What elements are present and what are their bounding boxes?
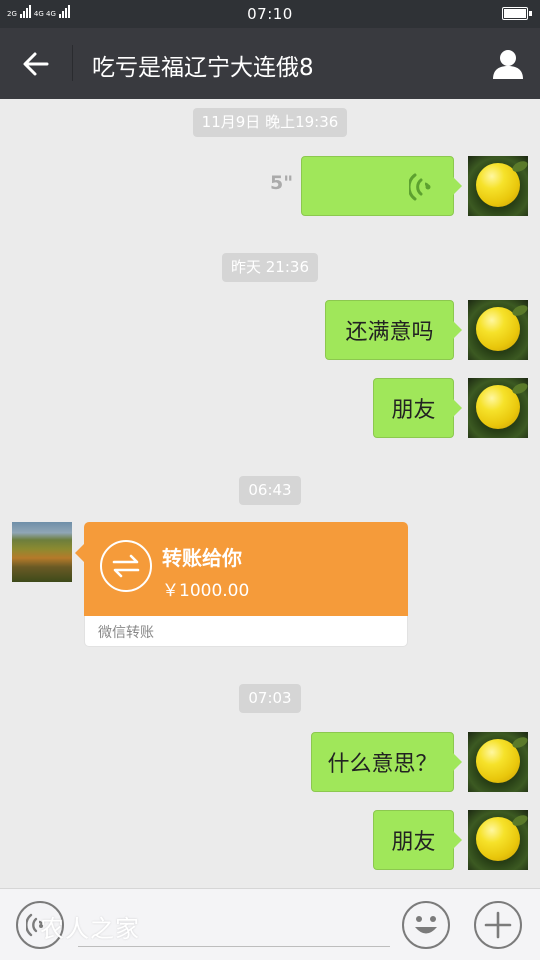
text-message-bubble[interactable]: 什么意思？ [311, 732, 462, 792]
chat-title: 吃亏是福辽宁大连俄8 [92, 55, 314, 81]
status-bar: 2G 4G 4G 07:10 [0, 0, 540, 28]
message-text: 朋友 [391, 398, 436, 423]
my-avatar[interactable] [468, 810, 528, 870]
message-input[interactable] [78, 903, 390, 947]
text-message-bubble[interactable]: 朋友 [373, 810, 462, 870]
timestamp: 11月9日 晚上19:36 [0, 108, 540, 137]
back-button[interactable] [14, 44, 58, 84]
emoji-button[interactable] [402, 901, 450, 949]
voice-input-icon [26, 913, 44, 937]
my-avatar[interactable] [468, 156, 528, 216]
emoji-icon [415, 916, 437, 934]
transfer-card[interactable]: 转账给你 ￥1000.00 微信转账 [75, 522, 408, 647]
text-message-bubble[interactable]: 还满意吗 [325, 300, 462, 360]
chat-header: 吃亏是福辽宁大连俄8 [0, 28, 540, 99]
voice-duration: 5" [270, 172, 294, 194]
transfer-amount: ￥1000.00 [162, 581, 250, 601]
transfer-title: 转账给你 [162, 546, 242, 570]
my-avatar[interactable] [468, 732, 528, 792]
input-bar: 农人之家 [0, 888, 540, 960]
voice-input-button[interactable] [16, 901, 64, 949]
my-avatar[interactable] [468, 300, 528, 360]
voice-wave-icon [409, 173, 431, 201]
timestamp: 07:03 [0, 684, 540, 713]
message-list[interactable]: 11月9日 晚上19:36 5" 昨天 21:36 还满意吗 朋友 06:43 … [0, 99, 540, 888]
timestamp: 06:43 [0, 476, 540, 505]
chat-info-button[interactable] [486, 42, 530, 86]
user-profile-icon [493, 50, 523, 79]
transfer-card-body: 转账给你 ￥1000.00 [75, 522, 408, 616]
header-divider [72, 45, 73, 81]
battery-icon [502, 7, 532, 20]
message-text: 朋友 [391, 830, 436, 855]
voice-message-bubble[interactable] [301, 156, 462, 216]
more-button[interactable] [474, 901, 522, 949]
my-avatar[interactable] [468, 378, 528, 438]
timestamp: 昨天 21:36 [0, 253, 540, 282]
transfer-arrows-icon [100, 540, 152, 592]
transfer-card-footer: 微信转账 [84, 616, 408, 647]
contact-avatar[interactable] [12, 522, 72, 582]
back-arrow-icon [23, 52, 49, 76]
status-time: 07:10 [247, 5, 293, 23]
plus-icon [484, 911, 512, 939]
text-message-bubble[interactable]: 朋友 [373, 378, 462, 438]
transfer-label: 微信转账 [98, 625, 154, 641]
message-text: 什么意思？ [327, 752, 438, 777]
message-text: 还满意吗 [345, 320, 434, 345]
